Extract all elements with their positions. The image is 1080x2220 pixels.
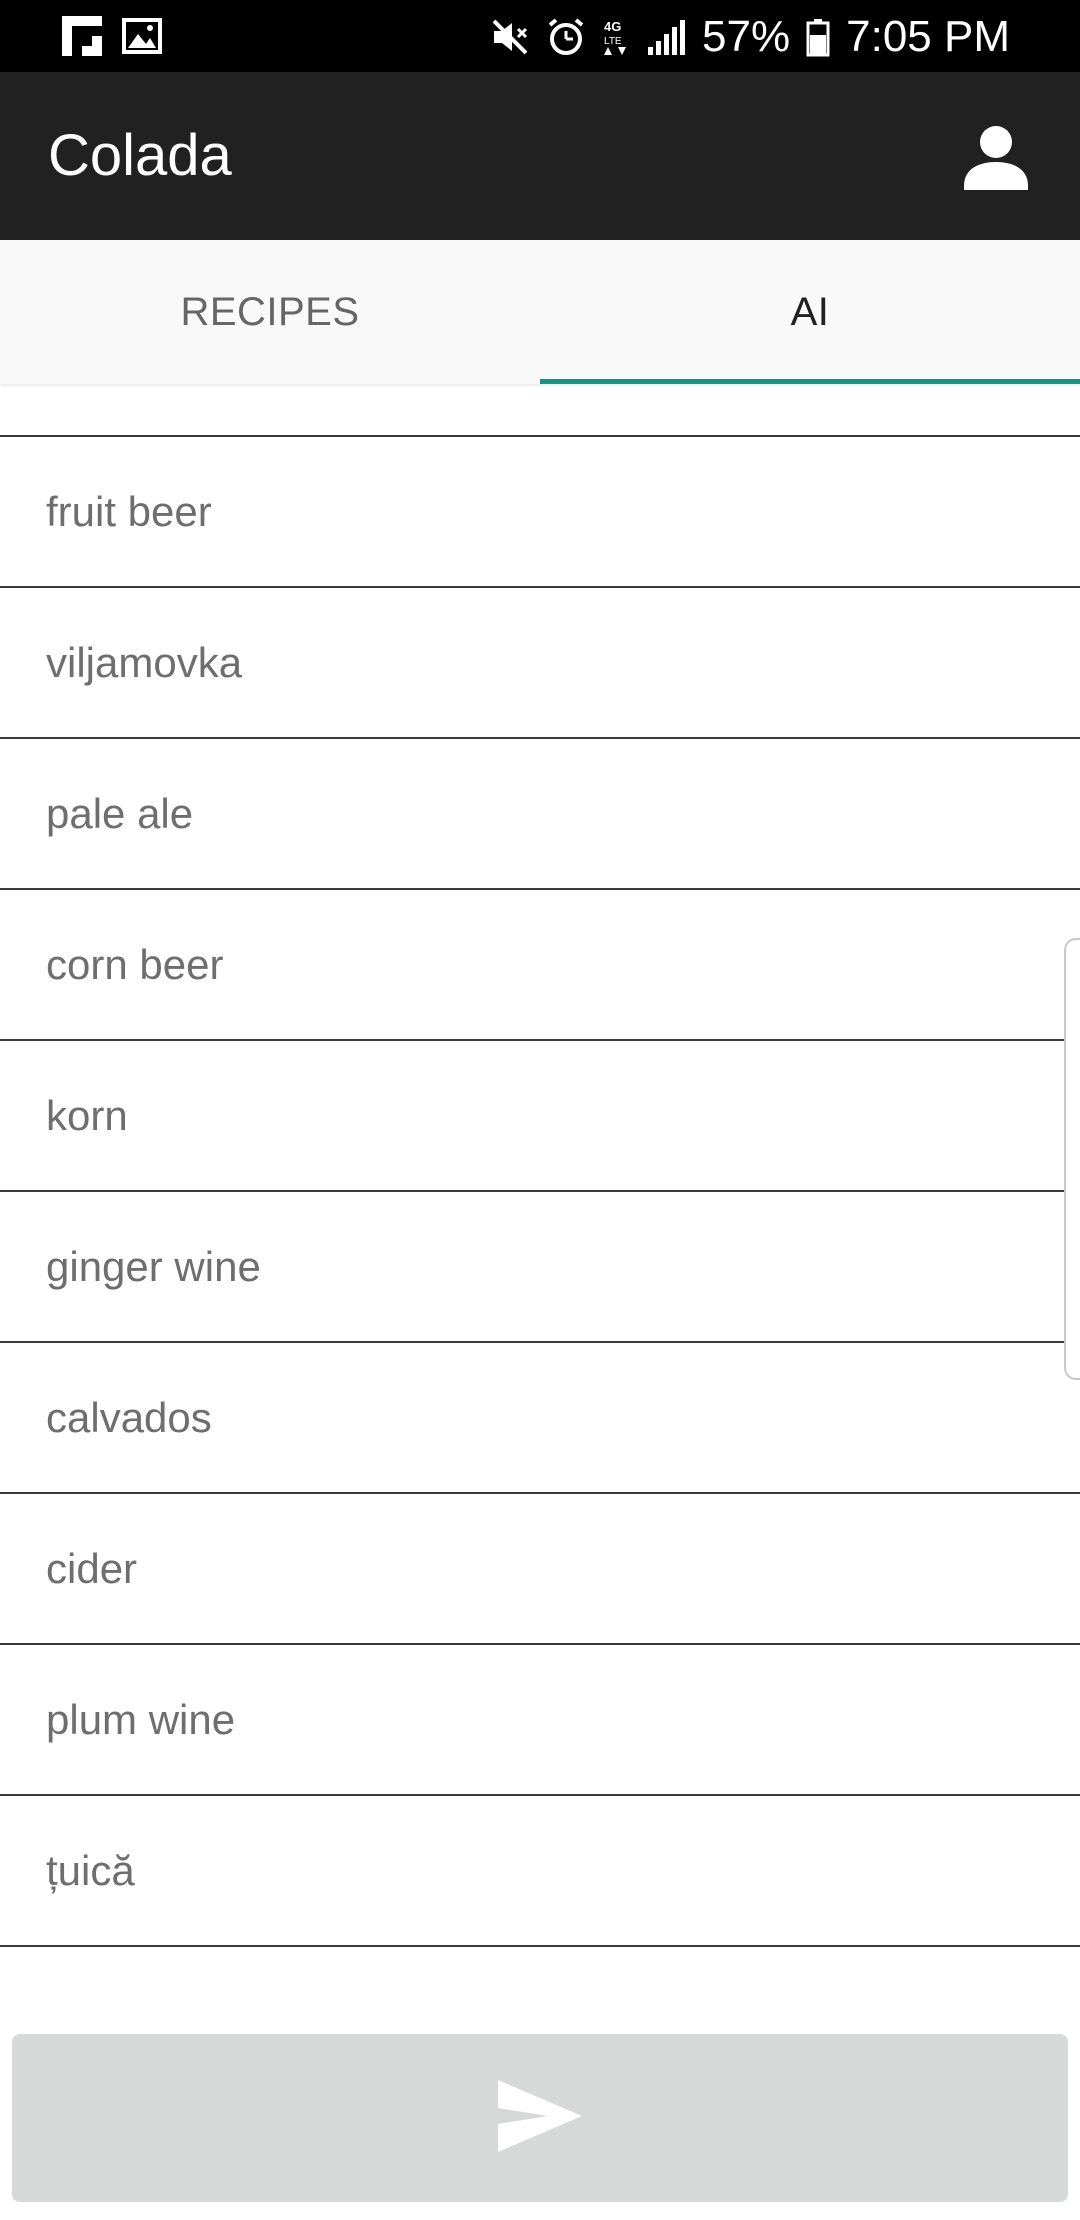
- list-item-label: viljamovka: [46, 638, 243, 686]
- list-item-label: corn beer: [46, 940, 224, 988]
- list-item[interactable]: plum wine: [0, 1645, 1080, 1796]
- tab-bar: RECIPES AI: [0, 240, 1080, 384]
- list-item[interactable]: pale ale: [0, 739, 1080, 890]
- account-button[interactable]: [956, 118, 1036, 198]
- mute-icon: [490, 17, 530, 57]
- svg-text:LTE: LTE: [604, 36, 622, 47]
- account-icon: [956, 126, 1036, 202]
- app-bar: Colada: [0, 72, 1080, 240]
- list-item[interactable]: korn: [0, 1041, 1080, 1192]
- list-item-label: fruit beer: [46, 487, 212, 535]
- signal-icon: [646, 17, 686, 57]
- list-item-label: calvados: [46, 1393, 212, 1441]
- list-item[interactable]: ginger wine: [0, 1192, 1080, 1343]
- list-item[interactable]: cauim: [0, 384, 1080, 437]
- list-item[interactable]: corn beer: [0, 890, 1080, 1041]
- battery-percent: 57%: [702, 12, 791, 61]
- list-item-label: pale ale: [46, 789, 194, 837]
- tab-label: RECIPES: [180, 289, 360, 334]
- tab-label: AI: [790, 289, 830, 334]
- status-bar: 4G LTE 57% 7:05 PM: [0, 0, 1080, 72]
- tab-ai[interactable]: AI: [540, 240, 1080, 384]
- status-time: 7:05 PM: [846, 12, 1010, 61]
- app-title: Colada: [48, 123, 232, 188]
- send-button[interactable]: [12, 2034, 1068, 2202]
- network-icon: 4G LTE: [602, 17, 630, 57]
- alarm-icon: [546, 17, 586, 57]
- scroll-handle[interactable]: [1064, 938, 1080, 1380]
- list-item-label: plum wine: [46, 1695, 236, 1743]
- tab-recipes[interactable]: RECIPES: [0, 240, 540, 384]
- list-item[interactable]: calvados: [0, 1343, 1080, 1494]
- drink-list[interactable]: cauim fruit beer viljamovka pale ale cor…: [0, 384, 1080, 1984]
- list-item[interactable]: țuică: [0, 1796, 1080, 1947]
- battery-icon: [806, 17, 830, 57]
- tab-indicator: [540, 379, 1080, 384]
- list-item-label: korn: [46, 1091, 128, 1139]
- list-item[interactable]: viljamovka: [0, 588, 1080, 739]
- gallery-icon: [122, 16, 162, 56]
- svg-text:4G: 4G: [604, 19, 621, 34]
- flipboard-icon: [62, 16, 102, 56]
- list-item-label: cider: [46, 1544, 138, 1592]
- list-item-label: ginger wine: [46, 1242, 261, 1290]
- list-item[interactable]: fruit beer: [0, 437, 1080, 588]
- list-item[interactable]: cider: [0, 1494, 1080, 1645]
- list-item-label: cauim: [46, 384, 158, 385]
- list-item-label: țuică: [46, 1846, 135, 1894]
- send-icon: [496, 2078, 584, 2159]
